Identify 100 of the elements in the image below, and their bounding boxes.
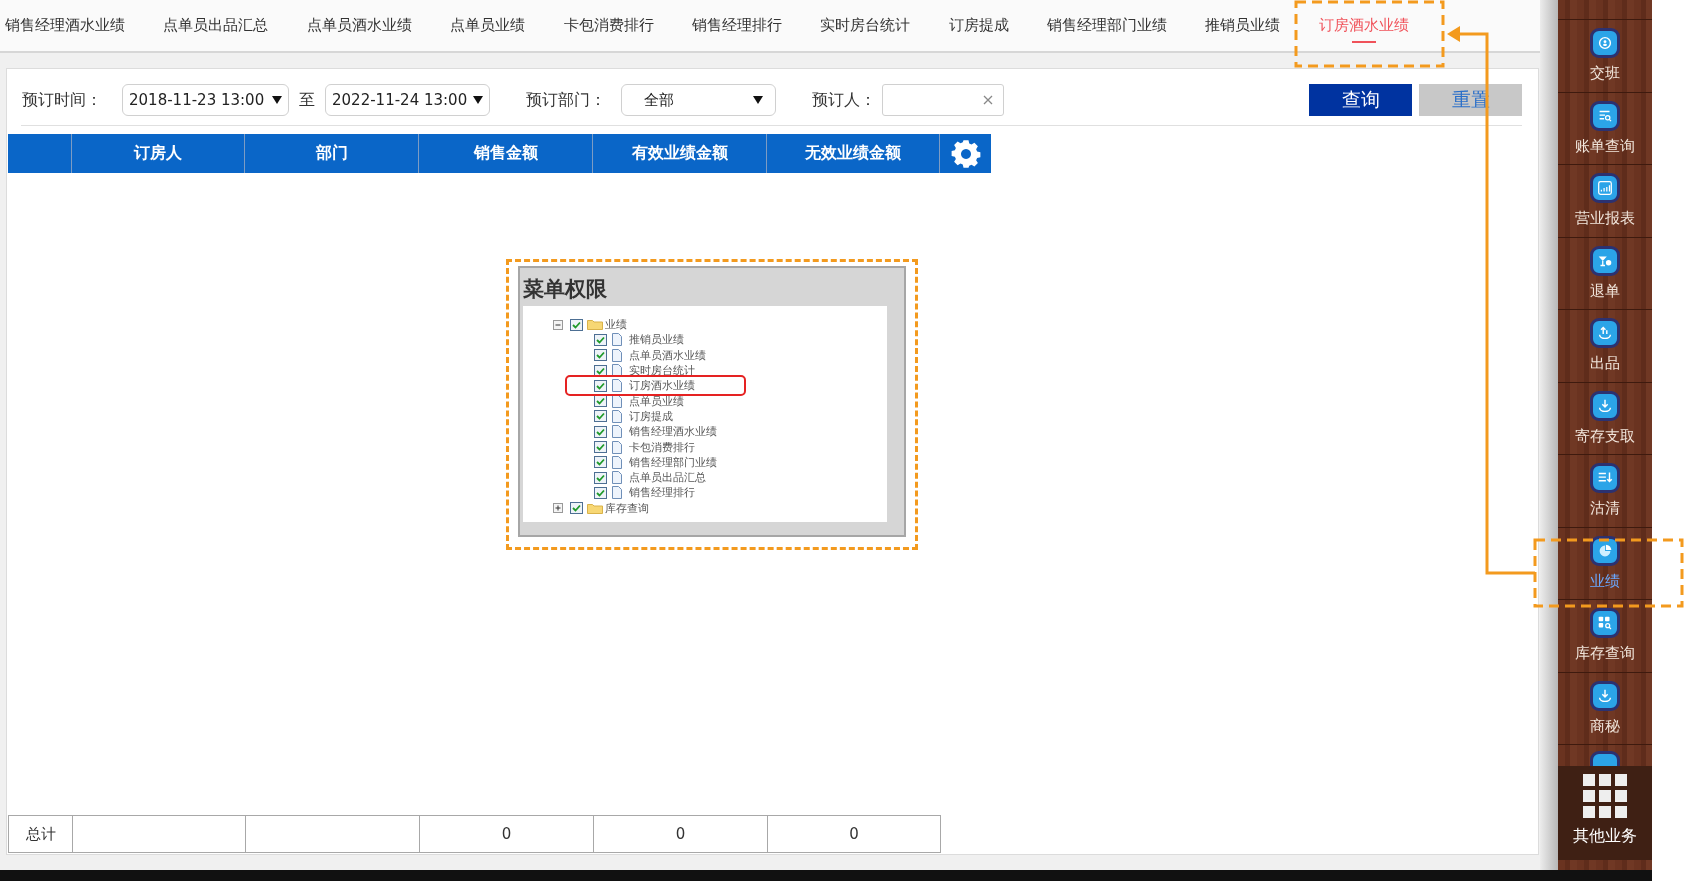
- cocktail-icon: [1590, 245, 1620, 276]
- tree-label[interactable]: 订房提成: [629, 408, 673, 424]
- folder-icon: [587, 502, 603, 514]
- date-dropdown[interactable]: 2018-11-23 13:00: [122, 84, 289, 116]
- panel-title: 菜单权限: [522, 276, 608, 303]
- pie-chart-icon: [1590, 535, 1620, 566]
- checkbox[interactable]: [594, 486, 607, 499]
- document-icon: [611, 379, 623, 393]
- checkbox[interactable]: [594, 379, 607, 392]
- range-separator: 至: [299, 89, 315, 111]
- list-icon: [1590, 463, 1620, 493]
- tab[interactable]: 销售经理排行: [672, 0, 802, 51]
- chart-icon: [1590, 173, 1620, 203]
- column-header[interactable]: 无效业绩金额: [766, 134, 939, 173]
- table-cell: 0: [593, 816, 767, 852]
- field-label: 预订人：: [812, 89, 876, 111]
- sidebar-item[interactable]: 寄存支取: [1558, 382, 1652, 455]
- more-button[interactable]: 其他业务: [1558, 766, 1652, 860]
- column-header[interactable]: 销售金额: [418, 134, 592, 173]
- checkbox[interactable]: [570, 502, 583, 515]
- field-label: 预订时间：: [22, 89, 102, 111]
- sidebar-item[interactable]: 库存查询: [1558, 600, 1652, 673]
- checkbox[interactable]: [594, 395, 607, 408]
- tree-label[interactable]: 库存查询: [605, 500, 649, 516]
- download-icon: [1590, 680, 1620, 711]
- column-header[interactable]: 订房人: [71, 134, 244, 173]
- document-icon: [611, 348, 623, 362]
- sidebar-item[interactable]: 营业报表: [1558, 165, 1652, 238]
- caret-icon: [473, 96, 483, 104]
- column-header[interactable]: 部门: [244, 134, 418, 173]
- query-button[interactable]: 查询: [1309, 84, 1412, 116]
- document-icon: [611, 440, 623, 454]
- document-icon: [611, 471, 623, 485]
- checkbox[interactable]: [594, 333, 607, 346]
- tab[interactable]: 点单员酒水业绩: [287, 0, 431, 51]
- sidebar-label: 寄存支取: [1575, 426, 1635, 446]
- sidebar-item[interactable]: 账单查询: [1558, 92, 1652, 165]
- sidebar-label: 业绩: [1590, 571, 1620, 591]
- tree-label[interactable]: 销售经理部门业绩: [629, 454, 717, 470]
- sidebar-label: 营业报表: [1575, 209, 1635, 228]
- tab[interactable]: 推销员业绩: [1186, 0, 1300, 51]
- checkbox[interactable]: [594, 471, 607, 484]
- checkbox[interactable]: [594, 349, 607, 362]
- sidebar-label: 交班: [1590, 64, 1620, 83]
- checkbox[interactable]: [570, 318, 583, 331]
- tab[interactable]: 点单员业绩: [430, 0, 545, 51]
- table-cell: 0: [419, 816, 593, 852]
- document-icon: [611, 364, 623, 378]
- sidebar-item[interactable]: 退单: [1558, 237, 1652, 310]
- checkbox[interactable]: [594, 410, 607, 423]
- tree-label[interactable]: 业绩: [605, 317, 627, 333]
- expand-toggle[interactable]: [553, 503, 563, 514]
- tab[interactable]: 卡包消费排行: [544, 0, 673, 51]
- department-dropdown[interactable]: 全部: [621, 84, 776, 116]
- settings-icon[interactable]: [950, 138, 981, 169]
- sidebar-item[interactable]: 业绩: [1558, 527, 1652, 600]
- tab[interactable]: 实时房台统计: [801, 0, 930, 51]
- sidebar-label: 退单: [1590, 281, 1620, 301]
- field-label: 预订部门：: [526, 89, 606, 111]
- sidebar-item[interactable]: 商秘: [1558, 672, 1652, 745]
- checkbox[interactable]: [594, 425, 607, 438]
- table-cell: 0: [767, 816, 940, 852]
- document-icon: [611, 333, 623, 347]
- tree-label[interactable]: 点单员酒水业绩: [629, 347, 706, 363]
- person-icon: [1590, 28, 1620, 58]
- sidebar-label: 库存查询: [1575, 644, 1635, 663]
- sidebar-item[interactable]: 交班: [1558, 20, 1652, 93]
- booker-input[interactable]: [882, 84, 1004, 116]
- tree-label[interactable]: 卡包消费排行: [629, 439, 695, 455]
- tree-label[interactable]: 销售经理排行: [629, 485, 695, 501]
- checkbox[interactable]: [594, 441, 607, 453]
- column-header[interactable]: 有效业绩金额: [592, 134, 766, 173]
- date-dropdown[interactable]: 2022-11-24 13:00: [325, 84, 490, 116]
- clear-icon[interactable]: [983, 95, 993, 105]
- download-icon: [1590, 390, 1620, 421]
- checkbox[interactable]: [594, 364, 607, 377]
- tab[interactable]: 订房提成: [929, 0, 1028, 51]
- tab[interactable]: 销售经理酒水业绩: [0, 0, 145, 51]
- collapse-toggle[interactable]: [553, 319, 563, 330]
- grid-search-icon: [1590, 608, 1620, 638]
- tree-label[interactable]: 推销员业绩: [629, 332, 684, 348]
- folder-icon: [587, 319, 603, 331]
- sidebar-item[interactable]: 出品: [1558, 310, 1652, 383]
- tree-label[interactable]: 实时房台统计: [629, 363, 695, 379]
- document-icon: [611, 486, 623, 500]
- tree-label[interactable]: 订房酒水业绩: [629, 378, 695, 394]
- upload-icon: [1590, 318, 1620, 348]
- tree-label[interactable]: 点单员业绩: [629, 393, 684, 409]
- grid-icon: [1583, 774, 1627, 818]
- tab[interactable]: 销售经理部门业绩: [1027, 0, 1187, 51]
- sidebar-label: 账单查询: [1575, 136, 1635, 156]
- tree-label[interactable]: 点单员出品汇总: [629, 470, 706, 486]
- tab[interactable]: 点单员出品汇总: [144, 0, 288, 51]
- sidebar-item[interactable]: 沽清: [1558, 455, 1652, 528]
- sidebar-label: 出品: [1590, 354, 1620, 373]
- tree-label[interactable]: 销售经理酒水业绩: [629, 424, 717, 440]
- sidebar-label: 沽清: [1590, 499, 1620, 518]
- checkbox[interactable]: [594, 456, 607, 469]
- list-search-icon: [1590, 100, 1620, 131]
- document-icon: [611, 425, 623, 439]
